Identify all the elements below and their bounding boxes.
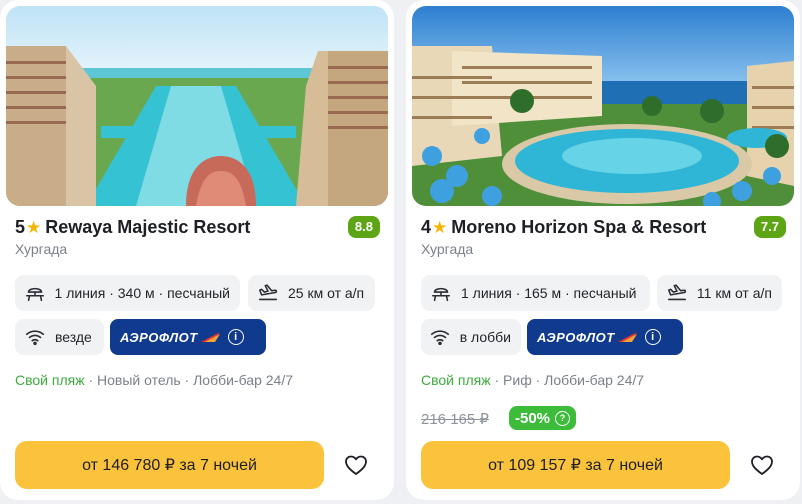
wifi-text: в лобби: [459, 329, 511, 345]
wifi-icon: [429, 325, 452, 349]
hotel-photo[interactable]: [6, 6, 388, 206]
plane-landing-icon: [256, 281, 280, 305]
hotel-results-grid: 5 ★ Rewaya Majestic Resort 8.8 Хургада 1…: [0, 0, 802, 504]
hotel-title-row: 5 ★ Rewaya Majestic Resort 8.8: [15, 214, 380, 240]
airport-text: 25 км от а/п: [288, 285, 365, 301]
airport-chip: 25 км от а/п: [248, 275, 375, 311]
beach-chip: 1 линия · 165 м · песчаный: [421, 275, 650, 311]
percent-info-icon: ?: [555, 410, 571, 426]
beach-chip: 1 линия · 340 м · песчаный: [15, 275, 240, 311]
wifi-chip: везде: [15, 319, 104, 355]
feature-own-beach: Свой пляж: [15, 372, 85, 388]
wifi-chip: в лобби: [421, 319, 521, 355]
price-button[interactable]: от 109 157 ₽ за 7 ночей: [421, 441, 730, 489]
discount-text: -50%: [515, 409, 551, 427]
discount-badge[interactable]: -50% ?: [509, 406, 577, 430]
favorite-button[interactable]: [340, 449, 372, 481]
info-icon[interactable]: i: [227, 329, 244, 345]
feature-list: · Новый отель · Лобби-бар 24/7: [84, 372, 294, 388]
feature-list: · Риф · Лобби-бар 24/7: [490, 372, 645, 388]
feature-own-beach: Свой пляж: [421, 372, 491, 388]
hotel-name[interactable]: Rewaya Majestic Resort: [45, 217, 250, 238]
hotel-features: Свой пляж · Новый отель · Лобби-бар 24/7: [15, 372, 293, 388]
favorite-button[interactable]: [746, 449, 778, 481]
beach-text: 1 линия · 340 м · песчаный: [54, 285, 230, 301]
price-button[interactable]: от 146 780 ₽ за 7 ночей: [15, 441, 324, 489]
hotel-photo[interactable]: [412, 6, 794, 206]
heart-icon: [751, 455, 773, 475]
hotel-city: Хургада: [15, 241, 68, 257]
airline-badge[interactable]: АЭРОФЛОТ i: [527, 319, 683, 355]
hotel-features: Свой пляж · Риф · Лобби-бар 24/7: [421, 372, 644, 388]
hotel-stars: 5 ★: [15, 217, 45, 238]
info-icon[interactable]: i: [644, 329, 661, 345]
wifi-icon: [23, 325, 47, 349]
old-price: 216 165 ₽: [421, 411, 489, 428]
aeroflot-wing-icon: [617, 332, 637, 342]
hotel-city: Хургада: [421, 241, 474, 257]
hotel-card[interactable]: 4 ★ Moreno Horizon Spa & Resort 7.7 Хург…: [406, 0, 800, 500]
rating-badge: 7.7: [753, 216, 786, 238]
airline-name: АЭРОФЛОТ: [120, 329, 198, 345]
heart-icon: [345, 455, 367, 475]
sunbed-icon: [23, 281, 47, 305]
sunbed-icon: [429, 281, 453, 305]
airport-text: 11 км от а/п: [696, 285, 772, 301]
wifi-text: везде: [55, 329, 92, 345]
plane-landing-icon: [665, 281, 689, 305]
rating-badge: 8.8: [347, 216, 380, 238]
airline-name: АЭРОФЛОТ: [537, 329, 615, 345]
aeroflot-wing-icon: [200, 332, 220, 342]
hotel-card[interactable]: 5 ★ Rewaya Majestic Resort 8.8 Хургада 1…: [0, 0, 394, 500]
hotel-name[interactable]: Moreno Horizon Spa & Resort: [451, 217, 706, 238]
hotel-stars: 4 ★: [421, 217, 451, 238]
star-count: 5: [15, 216, 26, 237]
star-icon: ★: [26, 217, 42, 237]
star-count: 4: [421, 216, 432, 237]
airline-badge[interactable]: АЭРОФЛОТ i: [110, 319, 266, 355]
beach-text: 1 линия · 165 м · песчаный: [461, 285, 637, 301]
star-icon: ★: [432, 217, 448, 237]
airport-chip: 11 км от а/п: [657, 275, 782, 311]
hotel-title-row: 4 ★ Moreno Horizon Spa & Resort 7.7: [421, 214, 786, 240]
